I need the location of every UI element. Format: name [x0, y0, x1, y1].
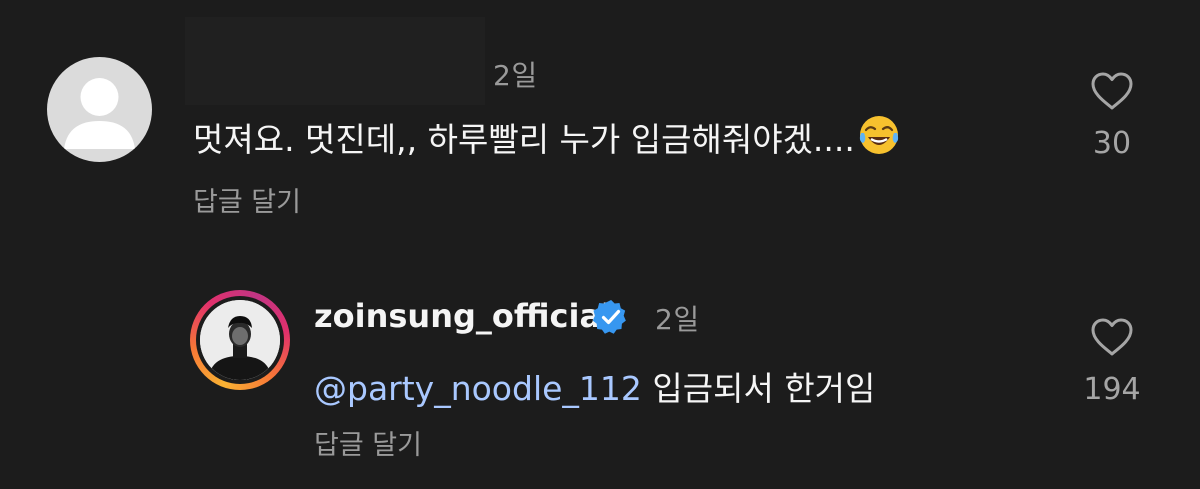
like-button[interactable]: 194: [1067, 316, 1157, 407]
username-link[interactable]: zoinsung_official: [314, 297, 612, 335]
story-ring-avatar[interactable]: [190, 290, 290, 390]
comment-timestamp: 2일: [493, 59, 538, 92]
like-button[interactable]: 30: [1067, 70, 1157, 161]
comment-text: @party_noodle_112 입금되서 한거임: [314, 362, 875, 410]
heart-outline-icon: [1091, 72, 1133, 110]
reply-button[interactable]: 답글 달기: [314, 423, 422, 462]
verified-badge-icon: [592, 300, 626, 334]
reply-button[interactable]: 답글 달기: [193, 180, 301, 219]
reply-comment-item: zoinsung_official 2일 @party_noodle_112 입…: [0, 270, 1200, 489]
face-with-tears-of-joy-icon: [859, 116, 898, 154]
comment-item: 2일 멋져요. 멋진데,, 하루빨리 누가 입금해줘야겠.... 답글 달기 3…: [0, 0, 1200, 240]
like-count: 30: [1092, 126, 1132, 161]
redacted-username: [185, 17, 485, 105]
person-portrait-icon: [200, 300, 280, 380]
heart-outline-icon: [1091, 318, 1133, 356]
avatar: [200, 300, 280, 380]
like-count: 194: [1083, 372, 1141, 407]
comment-text: 멋져요. 멋진데,, 하루빨리 누가 입금해줘야겠....: [193, 113, 901, 161]
mention-link[interactable]: @party_noodle_112: [314, 369, 642, 408]
comment-text-content: 입금되서 한거임: [641, 369, 876, 408]
default-avatar-icon[interactable]: [47, 57, 152, 162]
comment-text-content: 멋져요. 멋진데,, 하루빨리 누가 입금해줘야겠....: [193, 120, 855, 159]
comment-timestamp: 2일: [655, 303, 700, 336]
